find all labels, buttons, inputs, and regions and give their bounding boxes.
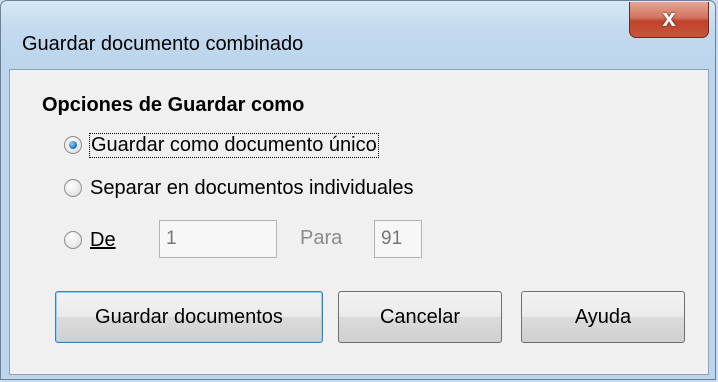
window-title: Guardar documento combinado xyxy=(22,33,304,55)
close-icon: x xyxy=(662,5,676,32)
dialog-content: Opciones de Guardar como Guardar como do… xyxy=(9,69,709,375)
to-input[interactable] xyxy=(374,220,422,258)
help-button[interactable]: Ayuda xyxy=(521,291,685,343)
radio-option-individual[interactable]: Separar en documentos individuales xyxy=(64,173,414,203)
radio-single-label[interactable]: Guardar como documento único xyxy=(89,132,379,158)
close-button[interactable]: x xyxy=(629,2,709,38)
dialog-window: Guardar documento combinado x Opciones d… xyxy=(0,0,716,380)
radio-individual-label[interactable]: Separar en documentos individuales xyxy=(90,177,414,200)
radio-range-label[interactable]: De xyxy=(90,229,116,252)
radio-individual[interactable] xyxy=(64,179,82,197)
to-label: Para xyxy=(300,227,343,249)
radio-option-range[interactable]: De xyxy=(64,225,116,255)
from-input[interactable] xyxy=(159,220,277,258)
radio-single[interactable] xyxy=(64,136,82,154)
radio-range[interactable] xyxy=(64,231,82,249)
save-documents-button[interactable]: Guardar documentos xyxy=(55,291,323,343)
cancel-button[interactable]: Cancelar xyxy=(338,291,502,343)
save-options-heading: Opciones de Guardar como xyxy=(42,94,305,116)
radio-option-single[interactable]: Guardar como documento único xyxy=(64,130,379,160)
